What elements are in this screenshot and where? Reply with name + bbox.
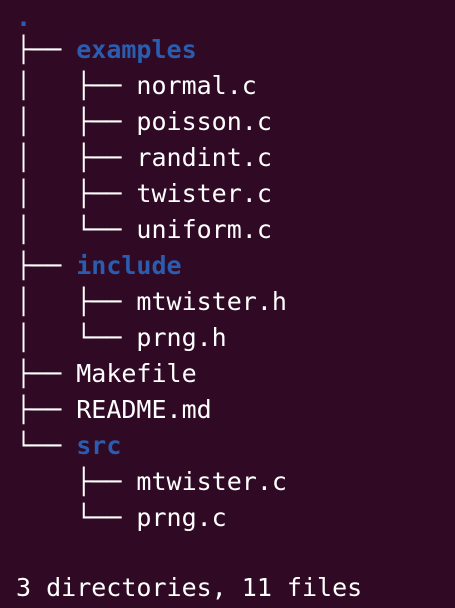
tree-prefix: │ ├── xyxy=(16,107,137,136)
file-name: prng.c xyxy=(136,503,227,532)
tree-prefix: │ └── xyxy=(16,323,137,352)
tree-prefix: │ ├── xyxy=(16,287,137,316)
tree-row: ├── Makefile xyxy=(16,356,197,392)
tree-prefix: ├── xyxy=(16,251,77,280)
tree-row: │ ├── randint.c xyxy=(16,140,272,176)
file-name: Makefile xyxy=(76,359,197,388)
file-name: prng.h xyxy=(136,323,227,352)
tree-row: │ ├── mtwister.h xyxy=(16,284,287,320)
file-name: mtwister.c xyxy=(136,467,287,496)
tree-summary: 3 directories, 11 files xyxy=(16,573,363,602)
directory-name: examples xyxy=(76,35,197,64)
tree-prefix: └── xyxy=(16,431,77,460)
tree-row: │ ├── normal.c xyxy=(16,68,257,104)
file-name: twister.c xyxy=(136,179,272,208)
file-name: normal.c xyxy=(136,71,257,100)
tree-row: ├── mtwister.c xyxy=(16,464,287,500)
file-name: poisson.c xyxy=(136,107,272,136)
tree-prefix: │ ├── xyxy=(16,179,137,208)
file-name: mtwister.h xyxy=(136,287,287,316)
tree-prefix: ├── xyxy=(16,395,77,424)
file-name: README.md xyxy=(76,395,212,424)
tree-prefix: │ ├── xyxy=(16,143,137,172)
file-name: randint.c xyxy=(136,143,272,172)
tree-prefix: ├── xyxy=(16,35,77,64)
tree-row: │ └── prng.h xyxy=(16,320,227,356)
tree-prefix: ├── xyxy=(16,467,137,496)
tree-row: ├── examples xyxy=(16,32,197,68)
tree-prefix: │ ├── xyxy=(16,71,137,100)
tree-row: ├── include xyxy=(16,248,182,284)
file-name: uniform.c xyxy=(136,215,272,244)
tree-row: │ └── uniform.c xyxy=(16,212,272,248)
tree-prefix: │ └── xyxy=(16,215,137,244)
directory-name: include xyxy=(76,251,182,280)
tree-root: . xyxy=(16,3,32,32)
tree-row: ├── README.md xyxy=(16,392,212,428)
directory-name: src xyxy=(76,431,122,460)
tree-row: │ ├── poisson.c xyxy=(16,104,272,140)
tree-row: └── src xyxy=(16,428,121,464)
tree-prefix: ├── xyxy=(16,359,77,388)
tree-prefix: └── xyxy=(16,503,137,532)
tree-row: └── prng.c xyxy=(16,500,227,536)
tree-row: │ ├── twister.c xyxy=(16,176,272,212)
